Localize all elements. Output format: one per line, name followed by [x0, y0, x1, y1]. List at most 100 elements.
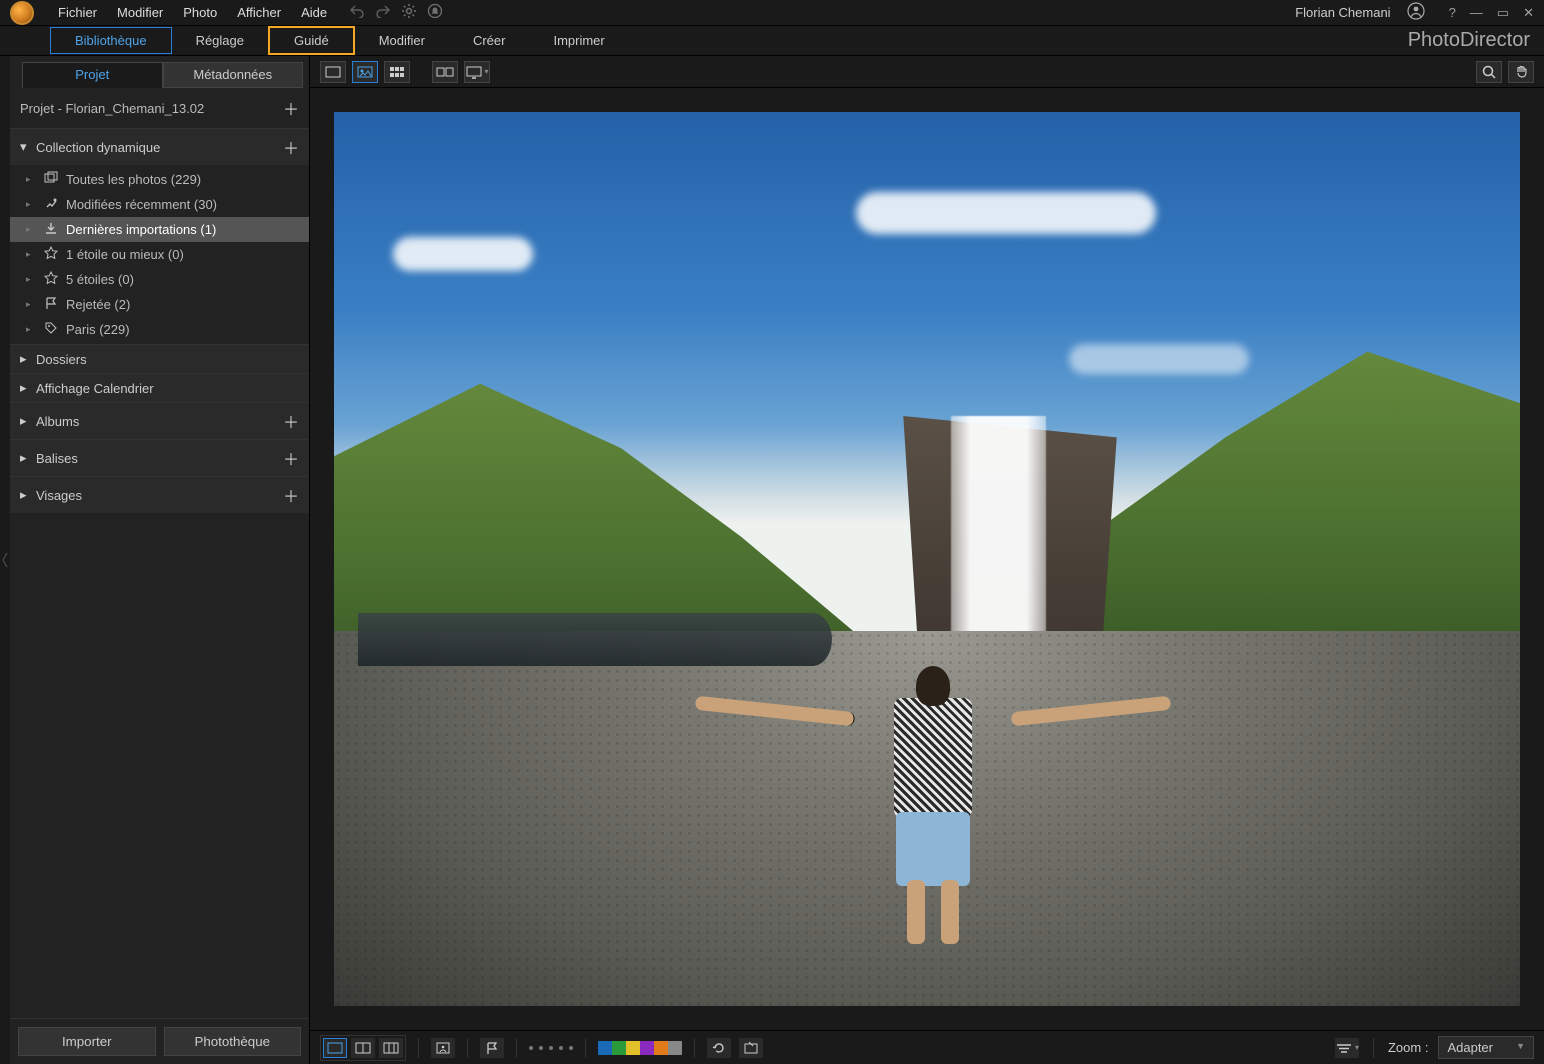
color-swatch[interactable] — [668, 1041, 682, 1055]
collection-item[interactable]: ▸Rejetée (2) — [10, 292, 309, 317]
star-icon — [44, 246, 58, 263]
left-tab-projet[interactable]: Projet — [22, 62, 163, 88]
tab-reglage[interactable]: Réglage — [172, 28, 268, 53]
face-tag-button[interactable] — [431, 1038, 455, 1058]
chevron-right-icon: ▸ — [26, 299, 36, 310]
pan-tool-button[interactable] — [1508, 61, 1534, 83]
tab-creer[interactable]: Créer — [449, 28, 530, 53]
chevron-right-icon: ▸ — [26, 224, 36, 235]
settings-icon[interactable] — [401, 3, 417, 22]
color-swatch[interactable] — [598, 1041, 612, 1055]
add-collection-button[interactable]: ＋ — [283, 135, 299, 159]
rating-stars[interactable] — [529, 1046, 573, 1050]
panel-collapse-handle[interactable] — [0, 56, 10, 1064]
add-visage-button[interactable]: ＋ — [283, 483, 299, 507]
collection-item-label: Dernières importations (1) — [66, 222, 216, 237]
chevron-right-icon: ▸ — [20, 413, 30, 429]
collection-item-label: 5 étoiles (0) — [66, 272, 134, 287]
phototheque-button[interactable]: Photothèque — [164, 1027, 302, 1056]
section-label: Balises — [36, 451, 283, 466]
zoom-label: Zoom : — [1388, 1040, 1428, 1055]
section-dossiers[interactable]: ▸Dossiers — [10, 345, 309, 373]
minimize-button[interactable]: — — [1470, 5, 1483, 21]
view-mode-single-button[interactable] — [320, 61, 346, 83]
view-mode-grid-button[interactable] — [384, 61, 410, 83]
menu-bar: Fichier Modifier Photo Afficher Aide Flo… — [0, 0, 1544, 26]
notifications-icon[interactable] — [427, 3, 443, 22]
tab-modifier[interactable]: Modifier — [355, 28, 449, 53]
section-label: Collection dynamique — [36, 140, 283, 155]
add-project-button[interactable]: ＋ — [283, 96, 299, 120]
brand-label: PhotoDirector — [1408, 29, 1530, 52]
bottom-toolbar: ▾ Zoom : Adapter — [310, 1030, 1544, 1064]
menu-aide[interactable]: Aide — [291, 1, 337, 24]
import-button[interactable]: Importer — [18, 1027, 156, 1056]
left-tab-metadonnees[interactable]: Métadonnées — [163, 62, 304, 88]
section-label: Affichage Calendrier — [36, 381, 299, 396]
chevron-right-icon: ▸ — [26, 174, 36, 185]
collection-item[interactable]: ▸ Modifiées récemment (30) — [10, 192, 309, 217]
collection-item[interactable]: ▸Paris (229) — [10, 317, 309, 342]
section-collection-dynamique[interactable]: ▾ Collection dynamique ＋ — [10, 129, 309, 165]
section-label: Dossiers — [36, 352, 299, 367]
app-logo-icon — [10, 1, 34, 25]
collection-item[interactable]: ▸ 5 étoiles (0) — [10, 267, 309, 292]
layout-single-button[interactable] — [323, 1038, 347, 1058]
color-labels[interactable] — [598, 1041, 682, 1055]
zoom-select[interactable]: Adapter — [1438, 1036, 1534, 1059]
maximize-button[interactable]: ▭ — [1497, 5, 1509, 21]
collection-item[interactable]: ▸ Toutes les photos (229) — [10, 167, 309, 192]
chevron-right-icon: ▸ — [26, 324, 36, 335]
color-swatch[interactable] — [654, 1041, 668, 1055]
layout-split-button[interactable] — [351, 1038, 375, 1058]
project-title: Projet - Florian_Chemani_13.02 — [20, 101, 204, 116]
secondary-display-button[interactable]: ▾ — [464, 61, 490, 83]
chevron-down-icon: ▾ — [20, 139, 30, 155]
color-swatch[interactable] — [640, 1041, 654, 1055]
menu-fichier[interactable]: Fichier — [48, 1, 107, 24]
view-mode-photo-button[interactable] — [352, 61, 378, 83]
view-toolbar: ▾ — [310, 56, 1544, 88]
chevron-right-icon: ▸ — [20, 380, 30, 396]
add-album-button[interactable]: ＋ — [283, 409, 299, 433]
layout-grid-button[interactable] — [379, 1038, 403, 1058]
collection-item[interactable]: ▸ Dernières importations (1) — [10, 217, 309, 242]
menu-photo[interactable]: Photo — [173, 1, 227, 24]
photos-icon — [44, 171, 58, 188]
compare-button[interactable] — [432, 61, 458, 83]
section-visages[interactable]: ▸Visages＋ — [10, 477, 309, 513]
user-avatar-icon[interactable] — [1407, 2, 1425, 23]
close-button[interactable]: ✕ — [1523, 5, 1534, 21]
zoom-tool-button[interactable] — [1476, 61, 1502, 83]
section-balises[interactable]: ▸Balises＋ — [10, 440, 309, 476]
tab-imprimer[interactable]: Imprimer — [529, 28, 628, 53]
photo-canvas[interactable] — [310, 88, 1544, 1030]
collection-item-label: Modifiées récemment (30) — [66, 197, 217, 212]
collection-item-label: Toutes les photos (229) — [66, 172, 201, 187]
color-swatch[interactable] — [612, 1041, 626, 1055]
add-balise-button[interactable]: ＋ — [283, 446, 299, 470]
collection-item[interactable]: ▸1 étoile ou mieux (0) — [10, 242, 309, 267]
tab-guide[interactable]: Guidé — [268, 26, 355, 55]
chevron-right-icon: ▸ — [20, 487, 30, 503]
section-calendrier[interactable]: ▸ Affichage Calendrier — [10, 374, 309, 402]
undo-icon[interactable] — [349, 4, 365, 21]
help-button[interactable]: ? — [1449, 5, 1456, 21]
chevron-right-icon: ▸ — [26, 249, 36, 260]
chevron-right-icon: ▸ — [26, 274, 36, 285]
flag-button[interactable] — [480, 1038, 504, 1058]
rotate-button[interactable] — [707, 1038, 731, 1058]
section-albums[interactable]: ▸ Albums＋ — [10, 403, 309, 439]
chevron-right-icon: ▸ — [26, 199, 36, 210]
user-name[interactable]: Florian Chemani — [1295, 5, 1390, 20]
redo-icon[interactable] — [375, 4, 391, 21]
crop-button[interactable] — [739, 1038, 763, 1058]
menu-afficher[interactable]: Afficher — [227, 1, 291, 24]
import-icon — [44, 221, 58, 238]
star-icon — [44, 271, 58, 288]
color-swatch[interactable] — [626, 1041, 640, 1055]
menu-modifier[interactable]: Modifier — [107, 1, 173, 24]
filter-list-button[interactable]: ▾ — [1335, 1038, 1359, 1058]
tab-bibliotheque[interactable]: Bibliothèque — [50, 27, 172, 54]
section-label: Albums — [36, 414, 283, 429]
